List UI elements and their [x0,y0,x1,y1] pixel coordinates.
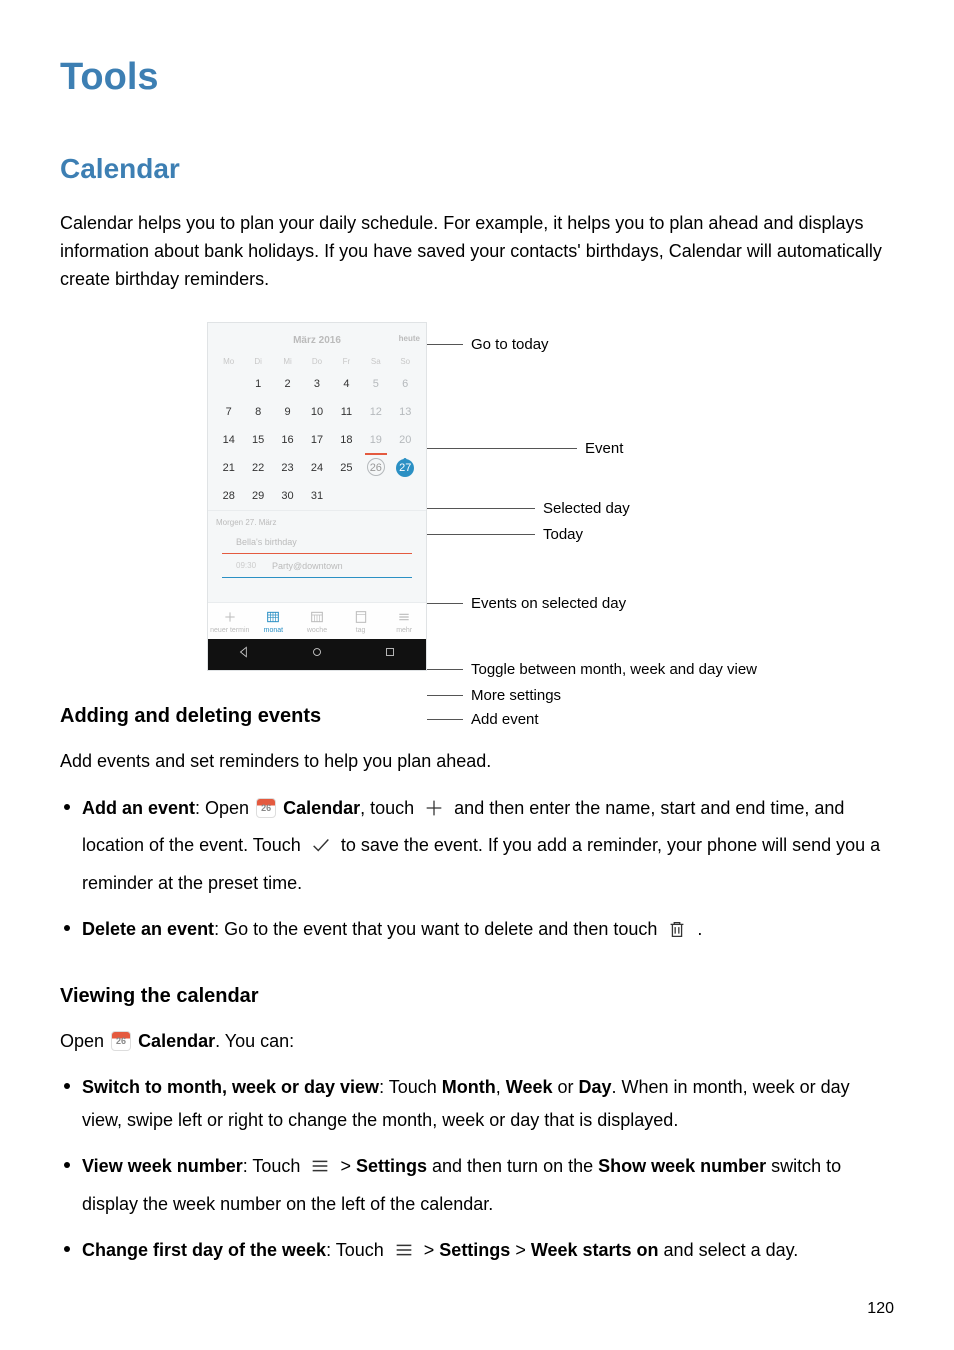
date-row: 14151617181920 [208,426,426,454]
date-cell[interactable]: 16 [273,426,302,454]
date-cell[interactable]: 23 [273,454,302,482]
phone-tab-month[interactable]: monat [252,603,296,639]
date-cell[interactable]: 12 [361,398,390,426]
section-title-calendar: Calendar [60,147,894,190]
date-cell[interactable]: 1 [243,370,272,398]
date-cell[interactable]: 2 [273,370,302,398]
date-row: 78910111213 [208,398,426,426]
date-cell[interactable]: 17 [302,426,331,454]
phone-tab-menu[interactable]: mehr [382,603,426,639]
dow-cell: Fr [332,354,361,370]
date-cell[interactable]: 8 [243,398,272,426]
date-row: 21222324252627 [208,454,426,482]
phone-tab-week[interactable]: woche [295,603,339,639]
date-cell[interactable]: 7 [214,398,243,426]
date-cell[interactable]: 3 [302,370,331,398]
dow-cell: So [391,354,420,370]
phone-header: März 2016 heute [208,323,426,355]
bullet-add-event: Add an event: Open Calendar, touch and t… [60,792,894,899]
dow-cell: Sa [361,354,390,370]
date-cell[interactable]: 5 [361,370,390,398]
page-title: Tools [60,48,894,107]
date-row: 123456 [208,370,426,398]
calendar-app-icon [256,798,276,818]
date-cell[interactable]: 6 [391,370,420,398]
label-more-settings: More settings [471,684,561,707]
bullet-switch-view: Switch to month, week or day view: Touch… [60,1071,894,1136]
phone-today-link[interactable]: heute [399,333,420,345]
date-cell[interactable]: 22 [243,454,272,482]
dow-cell: Mi [273,354,302,370]
date-cell[interactable] [391,482,420,510]
date-cell[interactable]: 25 [332,454,361,482]
date-cell[interactable]: 15 [243,426,272,454]
agenda-item[interactable]: Bella's birthday [222,536,412,554]
plus-icon [423,797,445,829]
trash-icon [666,918,688,950]
nav-recent-icon[interactable] [353,645,426,665]
label-events-on-selected: Events on selected day [471,592,626,615]
dow-cell: Di [243,354,272,370]
agenda-date-header: Morgen 27. März [216,517,418,529]
hamburger-menu-icon [393,1239,415,1271]
date-cell[interactable]: 11 [332,398,361,426]
phone-tab-plus[interactable]: neuer termin [208,603,252,639]
date-cell[interactable]: 27 [391,454,420,482]
date-cell[interactable]: 24 [302,454,331,482]
intro-paragraph: Calendar helps you to plan your daily sc… [60,210,894,294]
date-cell[interactable]: 14 [214,426,243,454]
date-cell[interactable]: 29 [243,482,272,510]
dow-cell: Mo [214,354,243,370]
calendar-diagram: März 2016 heute MoDiMiDoFrSaSo 123456789… [60,322,894,671]
label-event: Event [585,437,623,460]
date-cell[interactable]: 21 [214,454,243,482]
date-cell[interactable]: 20 [391,426,420,454]
nav-back-icon[interactable] [208,645,281,665]
sub2-intro: Open Calendar. You can: [60,1028,894,1056]
agenda-item[interactable]: 09:30 Party@downtown [222,560,412,578]
date-cell[interactable]: 26 [361,454,390,482]
date-cell[interactable]: 9 [273,398,302,426]
label-toggle-views: Toggle between month, week and day view [471,658,757,681]
bullet-change-first-day: Change first day of the week: Touch > Se… [60,1234,894,1271]
phone-agenda: Morgen 27. März Bella's birthday 09:30 P… [208,510,426,601]
date-cell[interactable]: 30 [273,482,302,510]
phone-mock: März 2016 heute MoDiMiDoFrSaSo 123456789… [207,322,427,671]
date-cell[interactable]: 28 [214,482,243,510]
subsection-viewing-calendar: Viewing the calendar [60,981,894,1012]
calendar-app-icon [111,1031,131,1051]
agenda-time: 09:30 [236,560,266,574]
date-cell[interactable]: 18 [332,426,361,454]
bullet-delete-event: Delete an event: Go to the event that yo… [60,913,894,950]
diagram-labels: Go to today Event Selected day Today Eve… [427,322,747,671]
date-cell[interactable]: 19 [361,426,390,454]
date-cell[interactable]: 10 [302,398,331,426]
label-selected-day: Selected day [543,497,630,520]
label-add-event: Add event [471,708,539,731]
date-cell[interactable] [214,370,243,398]
hamburger-menu-icon [309,1155,331,1187]
phone-month-year: März 2016 [293,335,341,346]
date-cell[interactable] [332,482,361,510]
bullet-view-week-number: View week number: Touch > Settings and t… [60,1150,894,1220]
phone-dow-row: MoDiMiDoFrSaSo [208,354,426,370]
phone-tab-day[interactable]: tag [339,603,383,639]
label-today: Today [543,523,583,546]
date-cell[interactable]: 31 [302,482,331,510]
sub1-intro: Add events and set reminders to help you… [60,748,894,776]
phone-tabs: neuer terminmonatwochetagmehr [208,602,426,639]
page-number: 120 [867,1297,894,1322]
date-cell[interactable]: 4 [332,370,361,398]
date-cell[interactable] [361,482,390,510]
checkmark-icon [310,834,332,866]
nav-home-icon[interactable] [281,645,354,665]
agenda-text: Party@downtown [272,560,343,574]
date-row: 28293031 [208,482,426,510]
phone-nav-bar [208,639,426,671]
label-go-to-today: Go to today [471,333,549,356]
dow-cell: Do [302,354,331,370]
date-cell[interactable]: 13 [391,398,420,426]
